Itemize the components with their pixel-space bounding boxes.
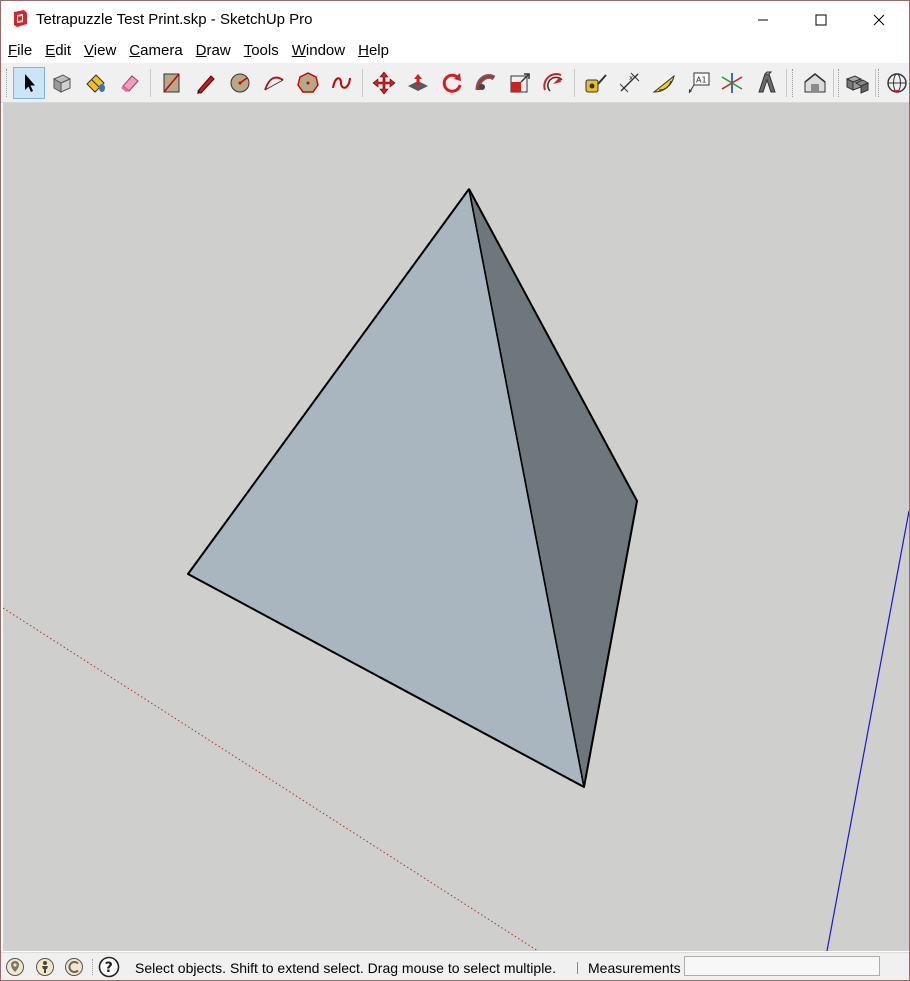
arc-icon (264, 76, 284, 91)
menu-view[interactable]: View (77, 39, 122, 63)
measurements-input[interactable] (684, 956, 880, 976)
axes-icon (721, 73, 743, 93)
rectangle-tool-button[interactable] (156, 67, 188, 99)
sign-in-icon[interactable] (64, 957, 84, 977)
blue-axis-line (826, 510, 909, 951)
text-label-icon: A1 (688, 72, 710, 94)
extension-boxes-icon (845, 75, 870, 94)
rectangle-icon (163, 73, 180, 93)
select-tool-button[interactable] (13, 67, 45, 99)
make-component-button[interactable] (46, 67, 78, 99)
3d-warehouse-button[interactable] (799, 67, 831, 99)
toolbar-separator (150, 69, 151, 97)
geo-location-icon[interactable] (5, 957, 25, 977)
orbit-icon (887, 73, 907, 93)
toolbar-separator (574, 69, 575, 97)
component-icon (52, 74, 72, 93)
offset-tool-button[interactable] (538, 67, 570, 99)
orbit-tool-button[interactable] (879, 67, 909, 99)
menu-camera[interactable]: Camera (122, 39, 188, 63)
circle-icon (230, 73, 250, 93)
freehand-icon (332, 77, 351, 89)
arc-tool-button[interactable] (258, 67, 290, 99)
close-button[interactable] (850, 1, 908, 39)
status-bar: ? Select objects. Shift to extend select… (1, 952, 909, 980)
measurements-label: Measurements (588, 960, 681, 976)
eraser-button[interactable] (114, 67, 146, 99)
status-separator (92, 959, 95, 975)
status-divider (577, 962, 578, 974)
extension-warehouse-button[interactable] (841, 67, 873, 99)
dimension-tool-button[interactable]: x (614, 67, 646, 99)
maximize-button[interactable] (792, 1, 850, 39)
maximize-icon (815, 14, 827, 26)
follow-me-icon (475, 74, 496, 91)
pencil-icon (197, 75, 215, 94)
toolbar-separator (833, 69, 834, 97)
menu-edit[interactable]: Edit (38, 39, 77, 63)
large-tool-set-toolbar: x A1 (1, 63, 909, 103)
axes-tool-button[interactable] (716, 67, 748, 99)
scale-tool-button[interactable] (504, 67, 536, 99)
toolbar-grip[interactable] (6, 69, 9, 97)
menu-tools[interactable]: Tools (237, 39, 285, 63)
select-arrow-icon (25, 74, 35, 92)
svg-text:A1: A1 (696, 76, 707, 85)
tape-measure-icon (585, 74, 607, 93)
help-question-icon[interactable]: ? (98, 956, 120, 978)
text-tool-button[interactable]: A1 (682, 67, 714, 99)
model-canvas[interactable] (3, 103, 909, 951)
menu-file[interactable]: File (1, 39, 38, 63)
menu-bar: File Edit View Camera Draw Tools Window … (1, 39, 909, 63)
polygon-icon (297, 72, 319, 93)
push-pull-tool-button[interactable] (402, 67, 434, 99)
scale-icon (510, 73, 530, 93)
status-message: Select objects. Shift to extend select. … (135, 960, 556, 976)
sketchup-window: Tetrapuzzle Test Print.skp - SketchUp Pr… (0, 0, 910, 981)
move-tool-button[interactable] (368, 67, 400, 99)
menu-window[interactable]: Window (285, 39, 351, 63)
tetrahedron-front-face[interactable] (187, 188, 585, 788)
follow-me-tool-button[interactable] (470, 67, 502, 99)
close-icon (873, 14, 885, 26)
tape-measure-tool-button[interactable] (580, 67, 612, 99)
rotate-tool-button[interactable] (436, 67, 468, 99)
svg-text:?: ? (105, 960, 113, 976)
line-tool-button[interactable] (190, 67, 222, 99)
rotate-icon (442, 73, 462, 93)
toolbar-separator (786, 69, 787, 97)
protractor-icon (652, 74, 675, 93)
sketchup-logo-icon (14, 10, 27, 27)
freehand-tool-button[interactable] (326, 67, 358, 99)
minimize-icon (758, 19, 768, 21)
protractor-tool-button[interactable] (648, 67, 680, 99)
model-viewport[interactable] (3, 103, 909, 951)
eraser-icon (121, 75, 139, 92)
circle-tool-button[interactable] (224, 67, 256, 99)
dimension-icon: x (619, 72, 640, 93)
minimize-button[interactable] (734, 1, 792, 39)
push-pull-icon (408, 74, 428, 91)
toolbar-grip[interactable] (792, 69, 795, 97)
offset-icon (543, 73, 563, 92)
window-title: Tetrapuzzle Test Print.skp - SketchUp Pr… (36, 11, 313, 28)
paint-bucket-icon (86, 74, 105, 93)
menu-help[interactable]: Help (351, 39, 395, 63)
paint-bucket-button[interactable] (80, 67, 112, 99)
svg-text:x: x (629, 74, 633, 82)
title-bar: Tetrapuzzle Test Print.skp - SketchUp Pr… (1, 1, 909, 39)
toolbar-separator (362, 69, 363, 97)
credits-icon[interactable] (35, 957, 55, 977)
3d-text-icon (758, 71, 776, 93)
3d-text-tool-button[interactable] (750, 67, 782, 99)
warehouse-house-icon (804, 72, 826, 93)
toolbar-separator (875, 69, 876, 97)
move-icon (372, 71, 396, 95)
polygon-tool-button[interactable] (292, 67, 324, 99)
menu-draw[interactable]: Draw (189, 39, 237, 63)
